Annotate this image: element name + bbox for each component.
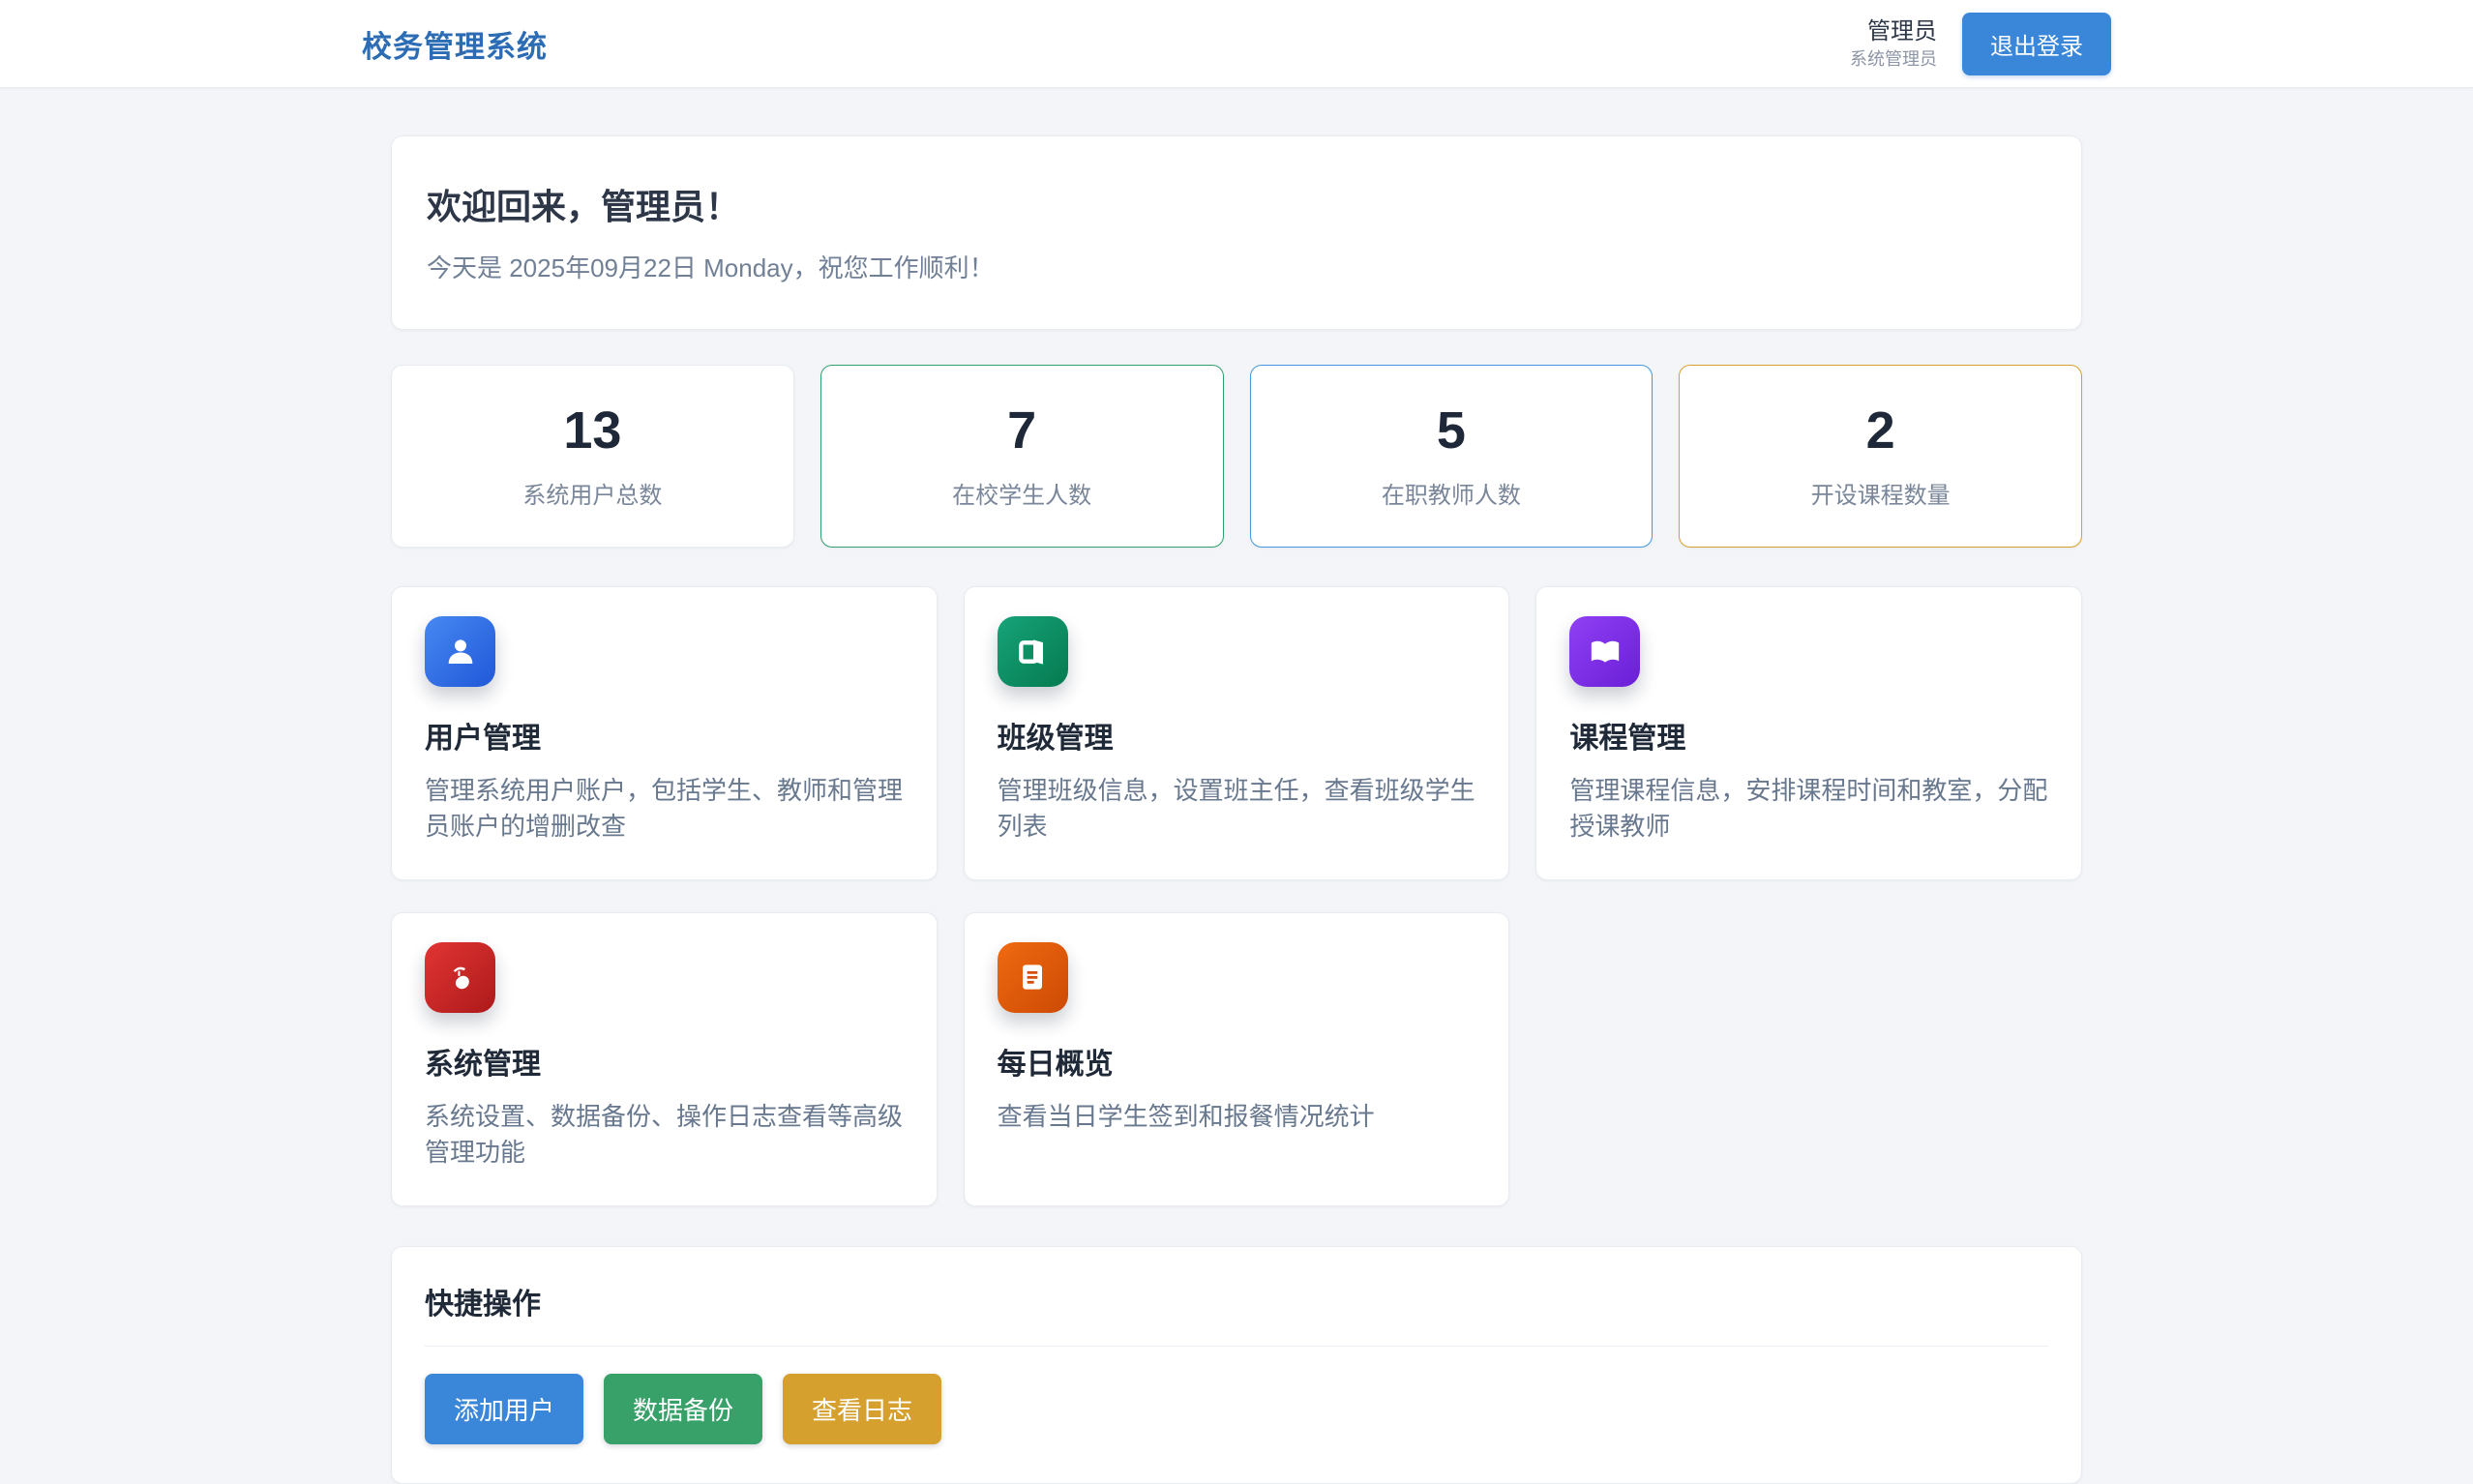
feature-card-class-management[interactable]: 班级管理 管理班级信息，设置班主任，查看班级学生列表	[964, 586, 1510, 880]
feature-card-system-management[interactable]: 系统管理 系统设置、数据备份、操作日志查看等高级管理功能	[391, 912, 938, 1206]
stats-grid: 13 系统用户总数 7 在校学生人数 5 在职教师人数 2 开设课程数量	[391, 365, 2082, 548]
feature-description: 管理班级信息，设置班主任，查看班级学生列表	[998, 773, 1476, 845]
feature-card-user-management[interactable]: 用户管理 管理系统用户账户，包括学生、教师和管理员账户的增删改查	[391, 586, 938, 880]
welcome-subtitle: 今天是 2025年09月22日 Monday，祝您工作顺利！	[427, 249, 2046, 284]
user-icon	[425, 616, 495, 687]
system-tools-icon	[425, 942, 495, 1013]
stat-label: 系统用户总数	[411, 476, 774, 510]
daily-report-icon	[998, 942, 1068, 1013]
feature-description: 系统设置、数据备份、操作日志查看等高级管理功能	[425, 1099, 904, 1171]
dashboard-main: 欢迎回来，管理员！ 今天是 2025年09月22日 Monday，祝您工作顺利！…	[391, 88, 2082, 1484]
data-backup-button[interactable]: 数据备份	[604, 1374, 762, 1444]
stat-label: 在校学生人数	[841, 476, 1204, 510]
welcome-card: 欢迎回来，管理员！ 今天是 2025年09月22日 Monday，祝您工作顺利！	[391, 135, 2082, 330]
feature-description: 管理课程信息，安排课程时间和教室，分配授课教师	[1569, 773, 2048, 845]
feature-card-course-management[interactable]: 课程管理 管理课程信息，安排课程时间和教室，分配授课教师	[1535, 586, 2082, 880]
add-user-button[interactable]: 添加用户	[425, 1374, 583, 1444]
classroom-door-icon	[998, 616, 1068, 687]
stat-value: 5	[1270, 401, 1633, 460]
app-title: 校务管理系统	[362, 22, 548, 66]
stat-label: 开设课程数量	[1699, 476, 2062, 510]
stat-card-users: 13 系统用户总数	[391, 365, 794, 548]
welcome-title: 欢迎回来，管理员！	[427, 179, 2046, 229]
view-logs-button[interactable]: 查看日志	[783, 1374, 941, 1444]
open-book-icon	[1569, 616, 1640, 687]
quick-actions-buttons: 添加用户 数据备份 查看日志	[425, 1374, 2048, 1444]
feature-description: 查看当日学生签到和报餐情况统计	[998, 1099, 1476, 1135]
feature-description: 管理系统用户账户，包括学生、教师和管理员账户的增删改查	[425, 773, 904, 845]
stat-card-students: 7 在校学生人数	[820, 365, 1224, 548]
feature-title: 课程管理	[1569, 714, 2048, 757]
features-grid: 用户管理 管理系统用户账户，包括学生、教师和管理员账户的增删改查 班级管理 管理…	[391, 586, 2082, 1206]
user-role: 系统管理员	[1850, 48, 1937, 71]
stat-value: 13	[411, 401, 774, 460]
quick-actions-title: 快捷操作	[425, 1280, 2048, 1322]
feature-title: 用户管理	[425, 714, 904, 757]
stat-label: 在职教师人数	[1270, 476, 1633, 510]
stat-card-courses: 2 开设课程数量	[1679, 365, 2082, 548]
feature-title: 每日概览	[998, 1040, 1476, 1083]
feature-title: 系统管理	[425, 1040, 904, 1083]
feature-title: 班级管理	[998, 714, 1476, 757]
app-header: 校务管理系统 管理员 系统管理员 退出登录	[0, 0, 2473, 88]
user-info: 管理员 系统管理员	[1850, 17, 1937, 71]
user-name: 管理员	[1850, 17, 1937, 46]
logout-button[interactable]: 退出登录	[1962, 13, 2111, 75]
stat-value: 2	[1699, 401, 2062, 460]
stat-value: 7	[841, 401, 1204, 460]
stat-card-teachers: 5 在职教师人数	[1250, 365, 1654, 548]
divider	[425, 1346, 2048, 1347]
quick-actions-card: 快捷操作 添加用户 数据备份 查看日志	[391, 1246, 2082, 1484]
feature-card-daily-overview[interactable]: 每日概览 查看当日学生签到和报餐情况统计	[964, 912, 1510, 1206]
